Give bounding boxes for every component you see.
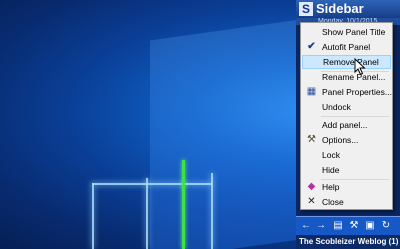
tools-icon: ⚒ [307,134,316,145]
wallpaper-light-edge [211,173,213,249]
view-icon[interactable]: ▣ [365,220,375,231]
close-x-icon: ✕ [307,196,316,207]
menu-item-undock[interactable]: Undock [302,100,391,114]
menu-item-rename-panel[interactable]: Rename Panel... [302,70,391,84]
menu-item-autofit-panel[interactable]: ✔ Autofit Panel [302,40,391,54]
menu-item-panel-properties[interactable]: ▦ Panel Properties... [302,85,392,99]
sidebar-footer[interactable]: The Scobleizer Weblog (1) [296,235,400,249]
menu-item-label: Add panel... [322,120,368,130]
menu-item-close[interactable]: ✕ Close [302,195,391,209]
panel-properties-icon: ▦ [306,86,317,97]
menu-item-label: Lock [322,150,340,160]
help-book-icon: ◆ [307,181,316,192]
mouse-cursor-icon [354,58,366,76]
panels-icon[interactable]: ▤ [333,220,343,231]
tools-icon[interactable]: ⚒ [349,220,359,231]
menu-item-label: Remove Panel [323,57,379,67]
wallpaper-green-line [182,160,185,249]
menu-item-hide[interactable]: Hide [302,163,391,177]
menu-item-add-panel[interactable]: Add panel... [302,118,391,132]
menu-separator [321,116,389,117]
menu-item-help[interactable]: ◆ Help [302,180,391,194]
menu-item-label: Show Panel Title [322,27,386,37]
back-arrow-icon[interactable]: ← [301,220,311,231]
menu-item-label: Options... [322,135,359,145]
wallpaper-light-edge [92,183,212,185]
wallpaper-light-edge [146,178,148,249]
sidebar-toolbar: ← → ▤ ⚒ ▣ ↻ [296,216,400,235]
menu-item-label: Close [322,197,344,207]
menu-item-remove-panel[interactable]: Remove Panel [302,55,391,69]
menu-item-options[interactable]: ⚒ Options... [302,133,391,147]
menu-item-label: Help [322,182,340,192]
forward-arrow-icon[interactable]: → [316,220,326,231]
menu-item-show-panel-title[interactable]: Show Panel Title [302,25,391,39]
context-menu: Show Panel Title ✔ Autofit Panel Remove … [300,22,393,210]
wallpaper-light-edge [92,183,94,249]
checkmark-icon: ✔ [307,41,316,52]
refresh-icon[interactable]: ↻ [381,220,391,231]
wallpaper-window-light [150,19,300,249]
menu-item-label: Undock [322,102,351,112]
menu-item-lock[interactable]: Lock [302,148,391,162]
sidebar-header[interactable]: S Sidebar [296,0,400,19]
menu-item-label: Panel Properties... [322,87,392,97]
menu-item-label: Autofit Panel [322,42,371,52]
menu-item-label: Hide [322,165,340,175]
sidebar-title: Sidebar [316,1,364,16]
sidebar-logo-icon: S [299,2,313,16]
